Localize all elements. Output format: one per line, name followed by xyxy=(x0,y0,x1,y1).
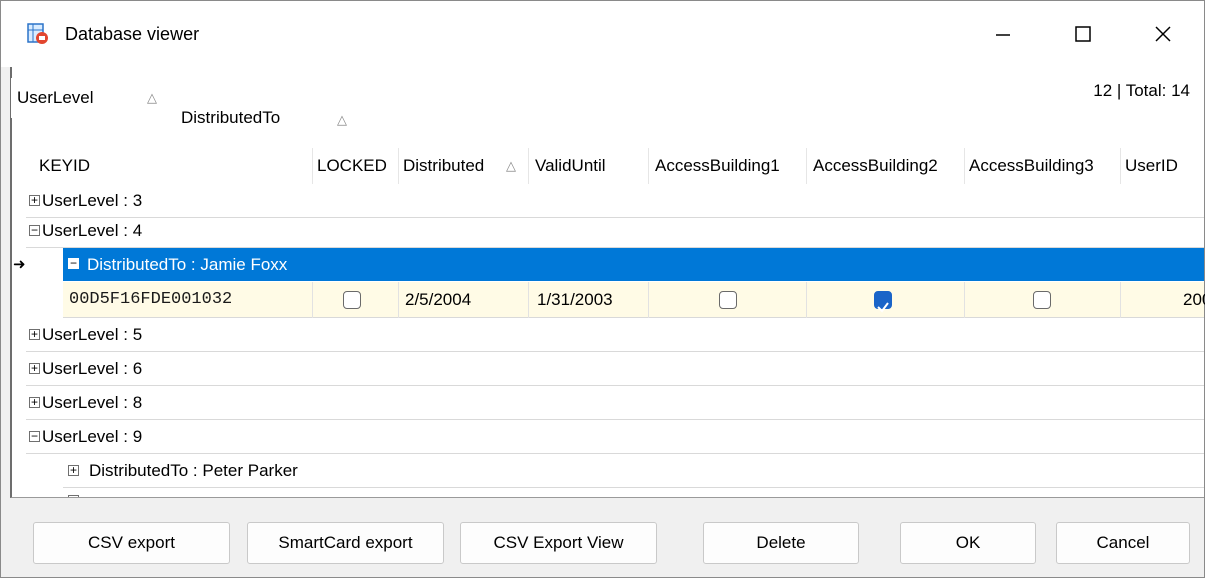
partial-row: − xyxy=(63,489,1204,497)
expand-icon[interactable]: + xyxy=(29,194,40,206)
sort-asc-icon: △ xyxy=(506,158,516,173)
minimize-icon xyxy=(996,34,1010,36)
groupby-userlevel-label: UserLevel xyxy=(17,88,94,107)
group-row[interactable]: + UserLevel : 5 xyxy=(26,318,1204,352)
group-row-label: UserLevel : 5 xyxy=(42,325,143,344)
close-button[interactable] xyxy=(1123,1,1203,67)
group-row-label: UserLevel : 8 xyxy=(42,393,143,412)
cell-accessbuilding1[interactable] xyxy=(651,282,807,318)
csv-export-button[interactable]: CSV export xyxy=(33,522,230,564)
delete-button[interactable]: Delete xyxy=(703,522,859,564)
ok-button[interactable]: OK xyxy=(900,522,1036,564)
column-header-accessbuilding2[interactable]: AccessBuilding2 xyxy=(809,148,965,184)
column-header-distributed-label: Distributed xyxy=(403,156,485,175)
group-row[interactable]: + UserLevel : 8 xyxy=(26,386,1204,420)
group-row[interactable]: + UserLevel : 6 xyxy=(26,352,1204,386)
group-row[interactable]: − UserLevel : 4 xyxy=(26,214,1204,248)
collapse-icon[interactable]: − xyxy=(68,257,79,269)
checkbox-accessbuilding1[interactable] xyxy=(719,291,737,309)
cell-keyid[interactable]: 00D5F16FDE001032 xyxy=(63,282,313,318)
window-title: Database viewer xyxy=(65,24,200,44)
collapse-icon[interactable]: − xyxy=(29,224,40,236)
cell-validuntil[interactable]: 1/31/2003 xyxy=(531,282,649,318)
record-count: 12 | Total: 14 xyxy=(1093,81,1190,100)
close-icon xyxy=(1155,26,1171,42)
group-row[interactable]: + UserLevel : 3 xyxy=(26,184,1204,218)
maximize-button[interactable] xyxy=(1043,1,1123,67)
column-header-locked[interactable]: LOCKED xyxy=(313,148,399,184)
collapse-icon[interactable]: − xyxy=(29,430,40,442)
groupby-distributedto[interactable]: DistributedTo △ xyxy=(161,97,362,133)
checkbox-accessbuilding2[interactable] xyxy=(874,291,892,313)
cell-userid[interactable]: 2000 xyxy=(1121,282,1205,318)
expand-icon[interactable]: + xyxy=(29,328,40,340)
cell-accessbuilding2[interactable] xyxy=(809,282,965,318)
sort-asc-icon: △ xyxy=(147,90,157,105)
cell-locked[interactable] xyxy=(313,282,399,318)
group-row-label: UserLevel : 9 xyxy=(42,427,143,446)
minimize-button[interactable] xyxy=(963,1,1043,67)
cell-userid-value: 2000 xyxy=(1183,290,1205,309)
table-row[interactable]: 00D5F16FDE001032 2/5/2004 1/31/2003 2000 xyxy=(63,282,1205,318)
group-row[interactable]: + DistributedTo : Peter Parker xyxy=(63,454,1204,488)
column-header-accessbuilding1[interactable]: AccessBuilding1 xyxy=(651,148,807,184)
group-row-label: UserLevel : 3 xyxy=(42,191,143,210)
sort-asc-icon: △ xyxy=(337,112,347,127)
expand-icon[interactable]: + xyxy=(29,362,40,374)
groupby-userlevel[interactable]: UserLevel △ xyxy=(11,78,174,118)
maximize-icon xyxy=(1075,26,1091,42)
collapse-icon: − xyxy=(68,494,79,497)
column-header-validuntil[interactable]: ValidUntil xyxy=(531,148,649,184)
group-row-label: UserLevel : 6 xyxy=(42,359,143,378)
cancel-button[interactable]: Cancel xyxy=(1056,522,1190,564)
database-app-icon xyxy=(27,23,48,44)
current-row-arrow-icon: ➜ xyxy=(13,256,26,273)
expand-icon[interactable]: + xyxy=(29,396,40,408)
checkbox-accessbuilding3[interactable] xyxy=(1033,291,1051,309)
groupby-distributedto-label: DistributedTo xyxy=(181,108,281,127)
group-row-selected[interactable]: − DistributedTo : Jamie Foxx xyxy=(63,248,1204,281)
column-header-userid[interactable]: UserID xyxy=(1121,148,1204,184)
group-row-label: DistributedTo : Jamie Foxx xyxy=(87,255,288,274)
database-viewer-window: Database viewer UserLevel △ DistributedT… xyxy=(0,0,1205,578)
checkbox-locked[interactable] xyxy=(343,291,361,309)
csv-export-view-button[interactable]: CSV Export View xyxy=(460,522,657,564)
cell-distributed[interactable]: 2/5/2004 xyxy=(399,282,529,318)
column-header-distributed[interactable]: Distributed △ xyxy=(399,148,529,184)
expand-icon[interactable]: + xyxy=(68,464,79,476)
group-row[interactable]: − UserLevel : 9 xyxy=(26,420,1204,454)
group-row-label: DistributedTo : Peter Parker xyxy=(89,461,298,480)
column-header-keyid[interactable]: KEYID xyxy=(35,148,313,184)
column-header-accessbuilding3[interactable]: AccessBuilding3 xyxy=(965,148,1121,184)
title-bar[interactable]: Database viewer xyxy=(1,1,1204,67)
group-row-label: UserLevel : 4 xyxy=(42,221,143,240)
smartcard-export-button[interactable]: SmartCard export xyxy=(247,522,444,564)
checkmark-icon xyxy=(877,302,889,313)
cell-accessbuilding3[interactable] xyxy=(965,282,1121,318)
